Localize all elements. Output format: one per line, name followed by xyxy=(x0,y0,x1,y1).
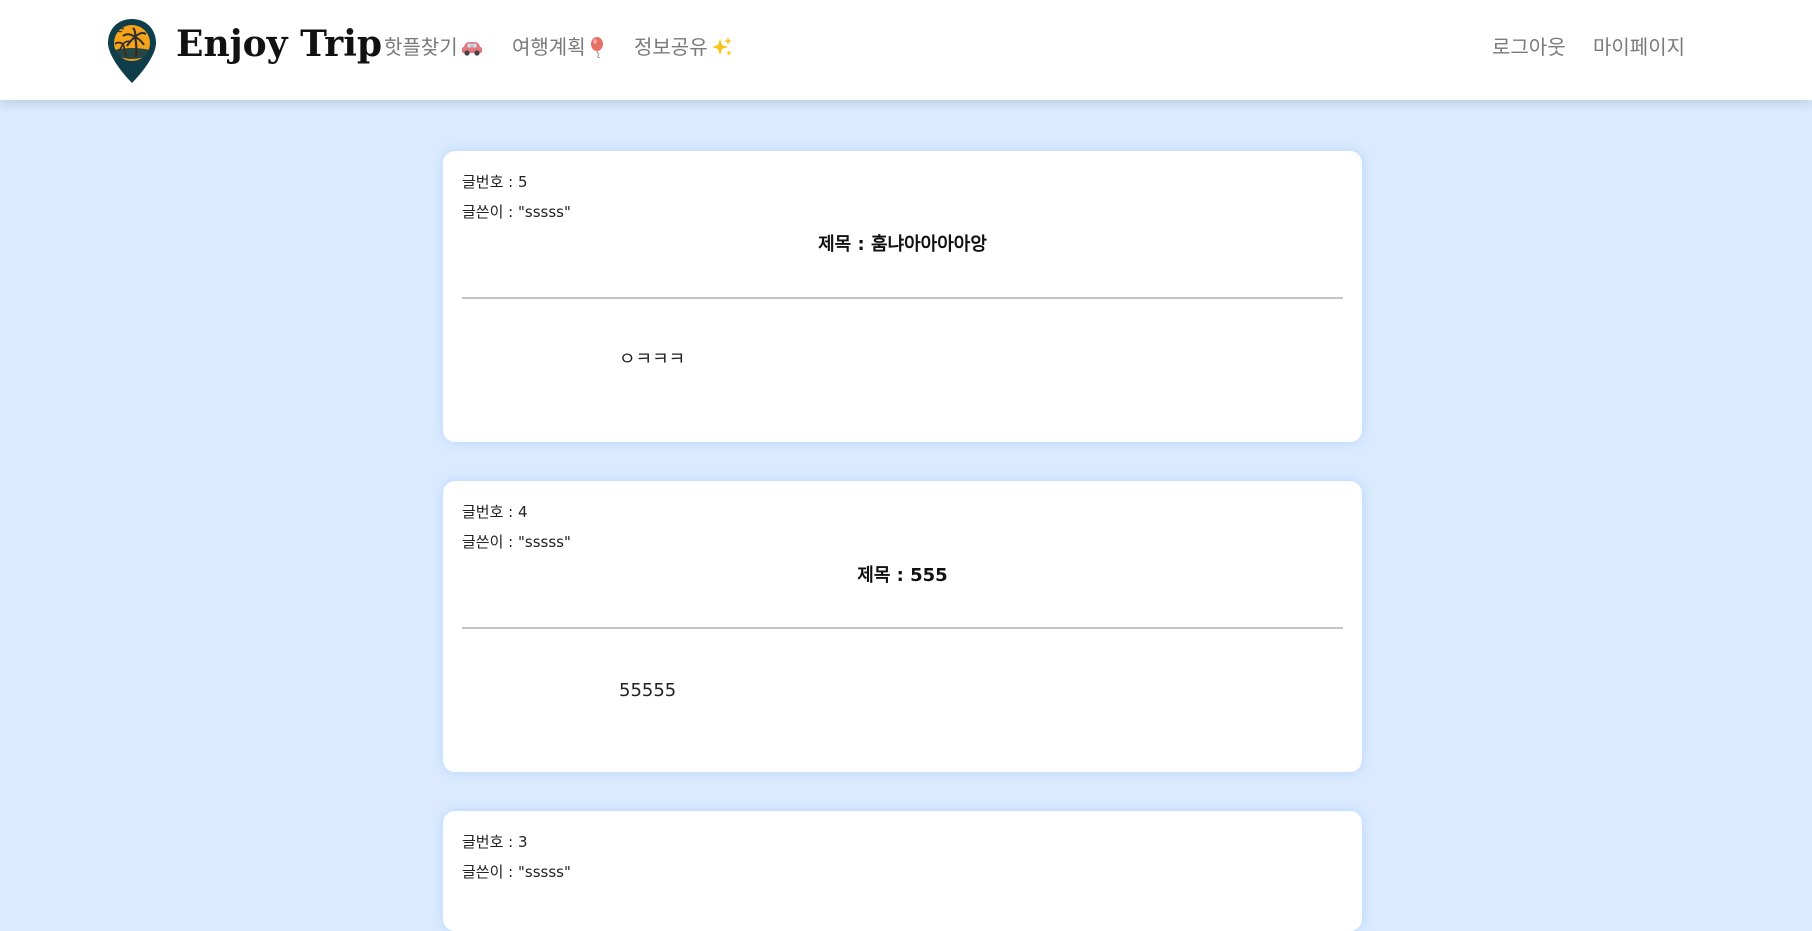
nav-info-share-label: 정보공유 xyxy=(634,35,708,59)
car-icon xyxy=(460,37,484,57)
post-content: ㅇㅋㅋㅋ xyxy=(619,349,686,370)
nav-hotplace[interactable]: 핫플찾기 xyxy=(384,32,484,62)
post-number: 글번호 : 4 xyxy=(462,503,528,521)
post-title: 제목 : 훔냐아아아아앙 xyxy=(818,234,987,255)
nav-info-share[interactable]: 정보공유 xyxy=(634,32,734,62)
post-divider xyxy=(462,297,1343,299)
post-title: 제목 : 555 xyxy=(857,565,948,586)
post-card[interactable]: 글번호 : 5 글쓴이 : "sssss" 제목 : 훔냐아아아아앙 ㅇㅋㅋㅋ xyxy=(443,151,1362,442)
post-content: 55555 xyxy=(619,680,677,701)
post-number: 글번호 : 3 xyxy=(462,833,528,851)
nav-travel-plan-label: 여행계획 xyxy=(512,35,586,59)
top-navbar: Enjoy Trip 핫플찾기 여행계획 정보공유 로그아웃 마이페이지 xyxy=(0,0,1812,100)
post-card[interactable]: 글번호 : 3 글쓴이 : "sssss" xyxy=(443,811,1362,931)
mypage-link[interactable]: 마이페이지 xyxy=(1593,32,1685,62)
post-number: 글번호 : 5 xyxy=(462,173,528,191)
balloon-icon xyxy=(588,36,608,58)
nav-travel-plan[interactable]: 여행계획 xyxy=(512,32,608,62)
map-pin-logo-icon[interactable] xyxy=(106,17,158,85)
nav-hotplace-label: 핫플찾기 xyxy=(384,35,458,59)
post-author: 글쓴이 : "sssss" xyxy=(462,203,571,221)
logout-link[interactable]: 로그아웃 xyxy=(1492,32,1566,62)
post-author: 글쓴이 : "sssss" xyxy=(462,863,571,881)
sparkles-icon xyxy=(710,36,734,58)
brand-title[interactable]: Enjoy Trip xyxy=(176,18,382,70)
post-divider xyxy=(462,627,1343,629)
post-card[interactable]: 글번호 : 4 글쓴이 : "sssss" 제목 : 555 55555 xyxy=(443,481,1362,772)
post-author: 글쓴이 : "sssss" xyxy=(462,533,571,551)
